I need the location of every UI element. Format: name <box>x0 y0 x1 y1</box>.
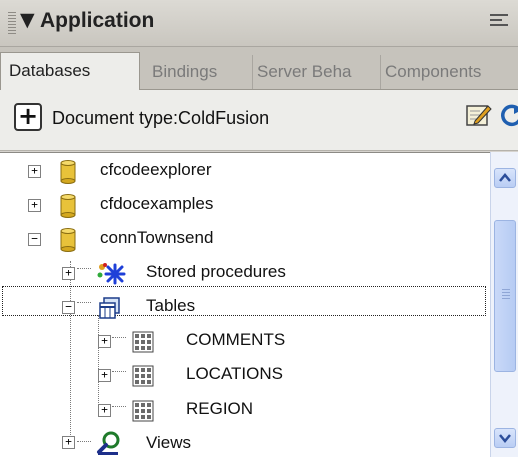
tree-item-views[interactable]: + Views <box>0 428 480 457</box>
tree-item-label: connTownsend <box>100 228 214 247</box>
tree-item-cfdocexamples[interactable]: + cfdocexamples <box>0 189 480 223</box>
table-icon <box>132 331 154 353</box>
tree-item-conntownsend[interactable]: − connTownsend <box>0 223 480 257</box>
drag-grip-icon[interactable] <box>8 12 16 34</box>
tree-item-label: cfcodeexplorer <box>100 160 212 179</box>
databases-toolbar: + Document type:ColdFusion <box>0 90 518 151</box>
database-icon <box>60 228 76 252</box>
expand-toggle[interactable]: + <box>28 199 41 212</box>
thumb-grip-icon <box>502 289 510 299</box>
panel-tabs: Databases Bindings Server Beha Component… <box>0 47 518 90</box>
scroll-up-button[interactable] <box>494 168 516 188</box>
database-tree: + cfcodeexplorer + cfdocexamples − connT… <box>0 152 490 457</box>
expand-toggle[interactable]: + <box>98 335 111 348</box>
database-icon <box>60 194 76 218</box>
stored-procedures-icon <box>97 263 126 285</box>
table-icon <box>132 400 154 422</box>
expand-toggle[interactable]: + <box>62 267 75 280</box>
tree-item-cfcodeexplorer[interactable]: + cfcodeexplorer <box>0 155 480 189</box>
panel-title: Application <box>40 9 155 32</box>
tree-item-label: Tables <box>146 296 196 315</box>
tree-item-label: REGION <box>186 399 254 418</box>
expand-toggle[interactable]: + <box>98 369 111 382</box>
tree-item-region[interactable]: + REGION <box>0 394 480 428</box>
tree-item-label: cfdocexamples <box>100 194 214 213</box>
tree-item-stored-procedures[interactable]: + Stored procedures <box>0 257 480 291</box>
panel-title-bar[interactable]: ▼ Application <box>0 0 518 47</box>
refresh-icon[interactable] <box>500 102 518 128</box>
tree-item-label: Stored procedures <box>146 262 286 281</box>
tree-item-tables[interactable]: − Tables <box>0 291 480 325</box>
tables-icon <box>99 297 120 319</box>
tab-databases[interactable]: Databases <box>0 52 140 90</box>
tab-server-behaviors[interactable]: Server Beha <box>252 55 381 89</box>
database-icon <box>60 160 76 184</box>
collapse-toggle[interactable]: − <box>28 233 41 246</box>
edit-icon[interactable] <box>466 103 492 127</box>
views-icon <box>97 431 120 455</box>
tree-item-label: LOCATIONS <box>186 364 283 383</box>
panel-options-menu-icon[interactable] <box>490 14 508 30</box>
tree-item-label: Views <box>146 433 192 452</box>
add-database-button[interactable]: + <box>14 103 42 131</box>
tree-item-label: COMMENTS <box>186 330 286 349</box>
tree-item-locations[interactable]: + LOCATIONS <box>0 359 480 393</box>
tab-bindings[interactable]: Bindings <box>152 55 244 89</box>
scrollbar-thumb[interactable] <box>494 220 516 372</box>
vertical-scrollbar[interactable] <box>490 152 518 457</box>
expand-toggle[interactable]: + <box>28 165 41 178</box>
collapse-toggle[interactable]: − <box>62 301 75 314</box>
table-icon <box>132 365 154 387</box>
application-panel: ▼ Application Databases Bindings Server … <box>0 0 518 457</box>
collapse-arrow-icon[interactable]: ▼ <box>20 9 35 31</box>
scroll-down-button[interactable] <box>494 428 516 448</box>
tree-item-comments[interactable]: + COMMENTS <box>0 325 480 359</box>
chevron-up-icon <box>499 173 511 182</box>
tab-components[interactable]: Components <box>380 55 518 89</box>
chevron-down-icon <box>499 434 511 443</box>
expand-toggle[interactable]: + <box>98 404 111 417</box>
expand-toggle[interactable]: + <box>62 436 75 449</box>
document-type-label: Document type:ColdFusion <box>52 108 270 128</box>
